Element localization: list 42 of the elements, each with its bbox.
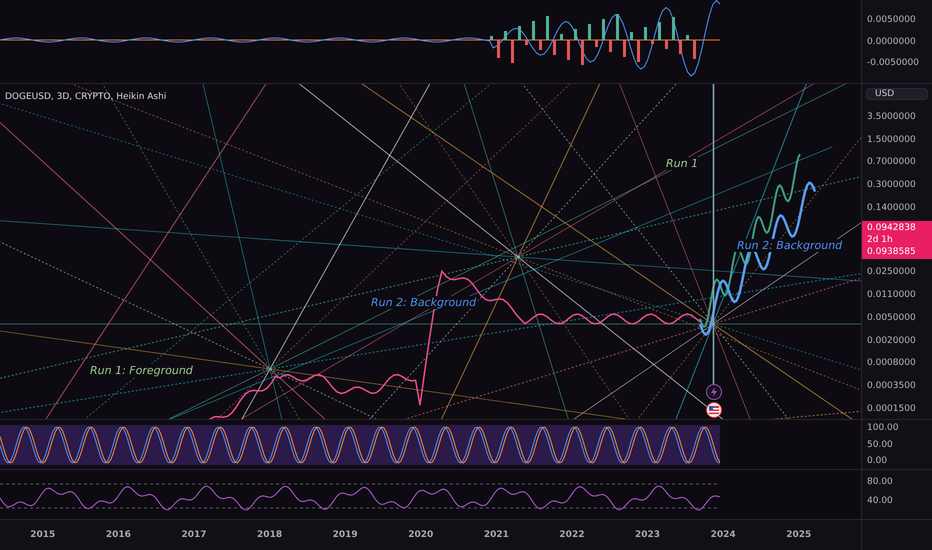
time-axis-label: 2015	[29, 530, 56, 540]
axis-label: 0.0110000	[866, 289, 917, 302]
axis-label: 80.00	[866, 476, 894, 488]
chart-annotation: Run 2: Background	[369, 296, 478, 309]
axis-label: 0.0250000	[866, 266, 917, 280]
time-axis-label: 2025	[785, 530, 812, 540]
axis-label: 0.7000000	[866, 156, 917, 170]
axis-label: 0.0001500	[866, 402, 917, 416]
price-text: 0.0942838	[867, 222, 917, 234]
chart-annotation: Run 1	[664, 157, 700, 170]
axis-label: 40.00	[866, 495, 894, 507]
axis-label: 0.00	[866, 455, 888, 467]
axis-label: 100.00	[866, 422, 900, 434]
axis-label: 0.0003500	[866, 380, 917, 393]
time-axis-label: 2018	[256, 530, 284, 540]
flag-icon[interactable]	[706, 402, 722, 418]
axis-label: 0.0008000	[866, 357, 917, 370]
axis-label: 0.3000000	[866, 179, 917, 192]
axis-label: 50.00	[866, 438, 894, 450]
time-axis-label: 2021	[482, 530, 510, 540]
axis-label: 0.0000000	[866, 36, 917, 48]
chart-annotation: Run 1: Foreground	[88, 364, 195, 377]
symbol-legend: DOGEUSD, 3D, CRYPTO, Heikin Ashi	[5, 92, 166, 102]
time-axis-label: 2023	[634, 530, 662, 540]
time-axis-label: 2022	[558, 530, 586, 540]
time-axis-label: 2020	[407, 530, 434, 540]
axis-label: 0.1400000	[866, 202, 917, 215]
axis-label: 0.0020000	[866, 334, 917, 348]
time-axis-label: 2024	[710, 530, 737, 540]
chart-annotation: Run 2: Background	[735, 239, 844, 252]
axis-label: 1.5000000	[866, 134, 917, 147]
time-axis-label: 2019	[332, 530, 359, 540]
axis-label: 0.0050000	[866, 14, 917, 26]
lightning-icon[interactable]	[706, 384, 722, 400]
countdown-text: 2d 1h	[867, 234, 894, 246]
currency-button[interactable]: USD	[866, 88, 928, 100]
axis-label: 3.5000000	[866, 111, 917, 124]
time-axis-label: 2016	[104, 530, 132, 540]
time-axis-label: 2017	[180, 530, 208, 540]
price-text: 0.0938585	[867, 246, 917, 258]
axis-label: 0.0050000	[866, 312, 917, 325]
axis-label: -0.0050000	[866, 57, 920, 69]
